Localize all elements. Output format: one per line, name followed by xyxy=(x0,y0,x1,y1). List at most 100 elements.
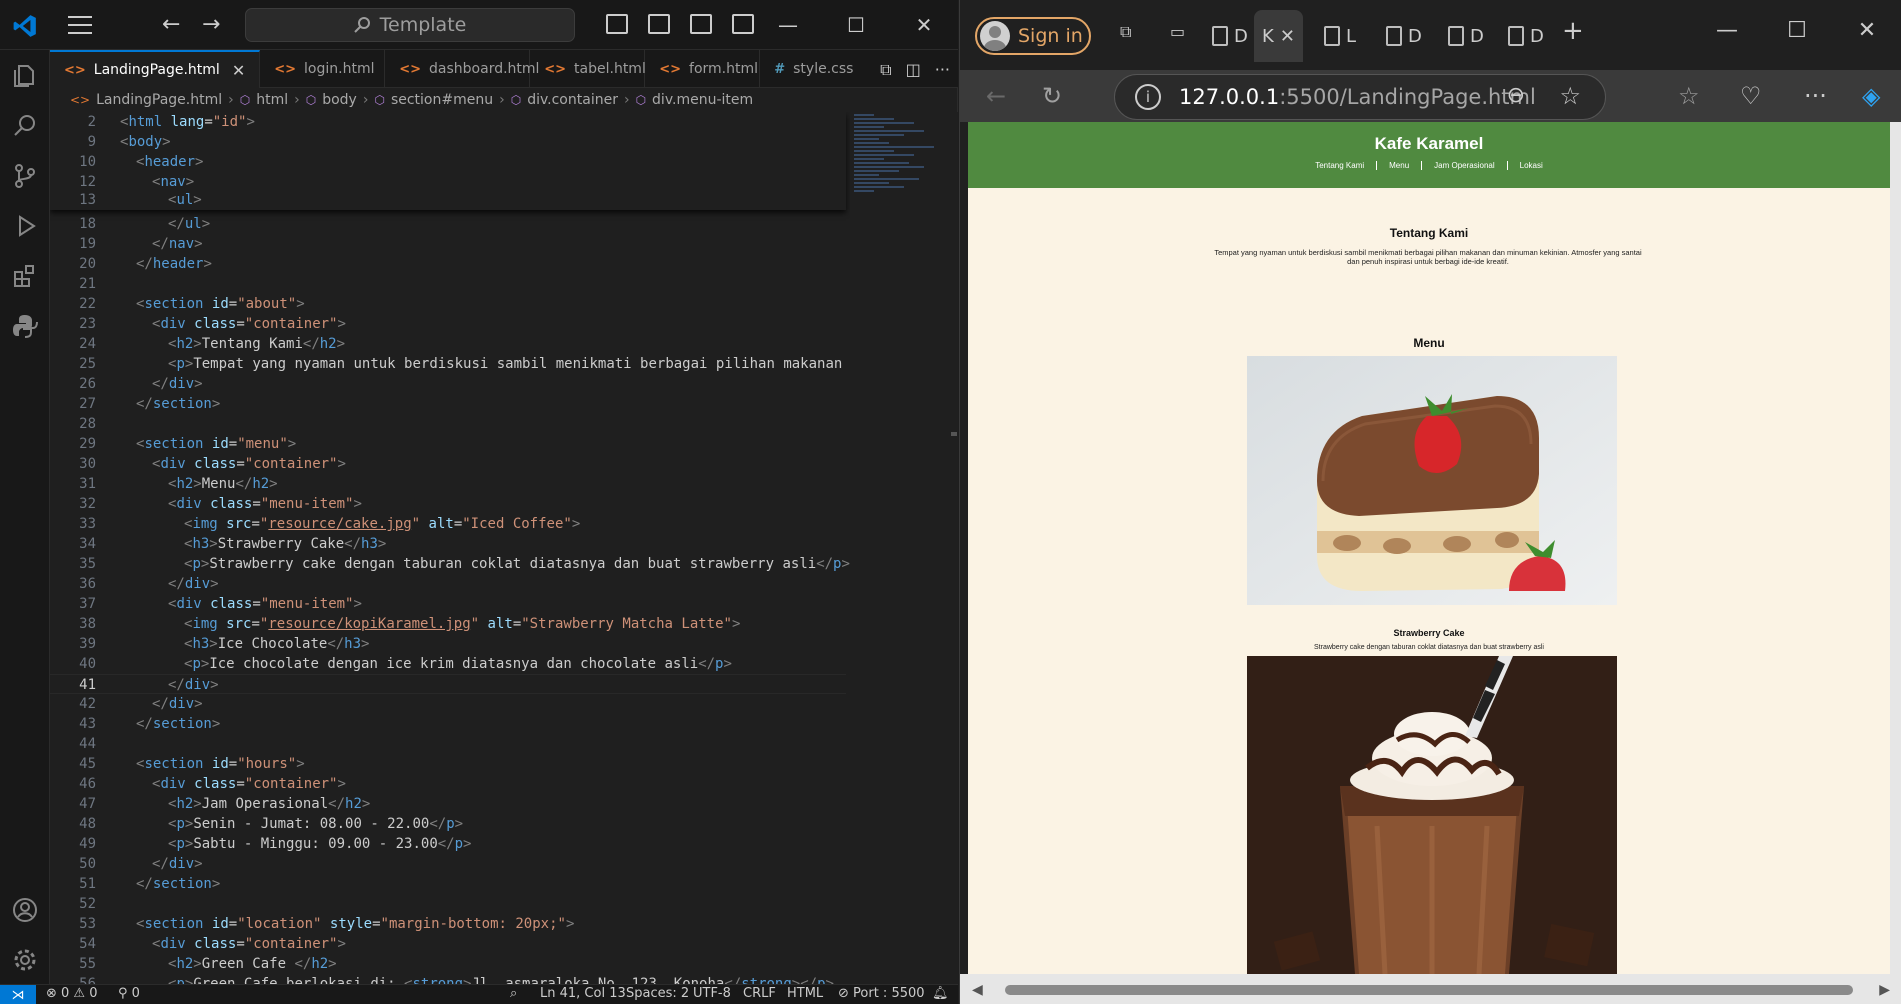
copilot-icon[interactable]: ◈ xyxy=(1862,82,1880,110)
tab-dashboard[interactable]: <> dashboard.html xyxy=(385,50,539,88)
maximize-icon[interactable]: ☐ xyxy=(822,0,890,50)
address-bar[interactable]: i 127.0.0.1:5500/LandingPage.html ⊖ ☆ xyxy=(1114,74,1606,120)
nav-link-about[interactable]: Tentang Kami xyxy=(1303,161,1378,170)
minimize-icon[interactable]: — xyxy=(754,0,822,50)
explorer-icon[interactable] xyxy=(11,62,39,90)
nav-link-location[interactable]: Lokasi xyxy=(1508,161,1555,170)
problems-status[interactable]: ⊗ 0 ⚠ 0 xyxy=(46,986,98,1001)
scroll-left-icon[interactable]: ◀ xyxy=(972,982,983,998)
site-info-icon[interactable]: i xyxy=(1135,84,1161,110)
tab-style-css[interactable]: # style.css xyxy=(760,50,860,88)
close-icon[interactable]: ✕ xyxy=(890,0,958,50)
source-control-icon[interactable] xyxy=(11,162,39,190)
tab-landingpage[interactable]: <> LandingPage.html ✕ xyxy=(50,50,261,88)
zoom-out-icon[interactable]: ⊖ xyxy=(1507,83,1525,108)
zoom-icon[interactable]: ⌕ xyxy=(510,986,517,1001)
favorites-icon[interactable]: ☆ xyxy=(1678,82,1700,110)
code-line: 23 <div class="container"> xyxy=(79,316,346,332)
tab-tabel[interactable]: <> tabel.html xyxy=(530,50,646,88)
workspaces-icon[interactable]: ⧉ xyxy=(1120,22,1142,46)
close-tab-icon[interactable]: ✕ xyxy=(232,61,245,80)
toggle-secondary-sidebar-icon[interactable] xyxy=(690,14,712,34)
command-center[interactable]: Template xyxy=(245,8,575,42)
breadcrumb-item[interactable]: div.menu-item xyxy=(652,92,753,108)
code-line: 22 <section id="about"> xyxy=(79,296,305,312)
customize-layout-icon[interactable] xyxy=(732,14,754,34)
vscode-window: ← → Template — ☐ ✕ <> LandingPage.html ✕… xyxy=(0,0,958,1004)
breadcrumb: <> LandingPage.html › ⬡ html › ⬡ body › ⬡ s… xyxy=(70,92,754,108)
code-line: 25 <p>Tempat yang nyaman untuk berdiskusi… xyxy=(79,356,850,372)
back-arrow-icon[interactable]: ← xyxy=(162,12,180,37)
scroll-thumb[interactable] xyxy=(1005,985,1853,995)
code-line: 28 xyxy=(79,416,96,432)
browser-tab-active[interactable]: K ✕ xyxy=(1254,10,1303,62)
open-preview-icon[interactable]: ⧉ xyxy=(880,60,891,80)
code-line: 51 </section> xyxy=(79,876,221,892)
split-editor-icon[interactable]: ◫ xyxy=(906,60,921,80)
code-line: 10 <header> xyxy=(79,154,204,170)
tab-login[interactable]: <> login.html xyxy=(260,50,386,88)
more-menu-icon[interactable]: ··· xyxy=(1804,82,1827,110)
more-actions-icon[interactable]: ··· xyxy=(935,60,950,80)
new-tab-icon[interactable]: + xyxy=(1562,16,1584,46)
remote-icon[interactable]: ⋊ xyxy=(0,985,36,1004)
page-icon xyxy=(1324,26,1340,46)
python-icon[interactable] xyxy=(11,312,39,340)
browser-tab[interactable]: D xyxy=(1386,10,1422,62)
close-tab-icon[interactable]: ✕ xyxy=(1280,26,1295,47)
browser-tab[interactable]: D xyxy=(1212,10,1248,62)
code-editor[interactable]: 2 <html lang="id"> 9 <body> 10 <header> 12 <… xyxy=(50,112,850,984)
breadcrumb-item[interactable]: LandingPage.html xyxy=(96,92,222,108)
ports-status[interactable]: ⚲ 0 xyxy=(118,986,140,1001)
toggle-panel-icon[interactable] xyxy=(648,14,670,34)
language-status[interactable]: HTML xyxy=(787,986,823,1001)
scroll-right-icon[interactable]: ▶ xyxy=(1879,982,1890,998)
sign-in-button[interactable]: Sign in xyxy=(975,17,1091,55)
editor-tabs: <> LandingPage.html ✕ <> login.html <> d… xyxy=(50,50,958,88)
indentation-status[interactable]: Spaces: 2 xyxy=(626,986,689,1001)
nav-link-hours[interactable]: Jam Operasional xyxy=(1422,161,1508,170)
extensions-icon[interactable] xyxy=(11,262,39,290)
editor-scrollbar[interactable] xyxy=(950,112,958,984)
live-server-status[interactable]: ⊘ Port : 5500 xyxy=(838,986,925,1001)
account-icon[interactable] xyxy=(11,896,39,924)
menu-icon[interactable] xyxy=(68,16,92,34)
page-vertical-scrollbar[interactable] xyxy=(1890,122,1901,974)
code-line: 53 <section id="location" style="margin-b… xyxy=(79,916,575,932)
nav-link-menu[interactable]: Menu xyxy=(1377,161,1423,170)
minimize-icon[interactable]: — xyxy=(1692,0,1762,60)
search-icon xyxy=(353,17,370,33)
code-line: 38 <img src="resource/kopiKaramel.jpg" al… xyxy=(79,616,741,632)
maximize-icon[interactable]: ☐ xyxy=(1762,0,1832,60)
search-icon[interactable] xyxy=(11,112,39,140)
favorite-star-icon[interactable]: ☆ xyxy=(1559,82,1581,110)
breadcrumb-item[interactable]: section#menu xyxy=(391,92,493,108)
run-debug-icon[interactable] xyxy=(11,212,39,240)
browser-tab[interactable]: D xyxy=(1448,10,1484,62)
status-bar: ⋊ ⊗ 0 ⚠ 0 ⚲ 0 ⌕ Ln 41, Col 13 Spaces: 2 … xyxy=(0,984,958,1004)
bell-icon[interactable]: 🔔︎ xyxy=(932,986,949,1001)
browser-tab[interactable]: L xyxy=(1324,10,1356,62)
page-horizontal-scrollbar[interactable]: ◀ ▶ xyxy=(960,974,1901,1004)
breadcrumb-item[interactable]: body xyxy=(322,92,357,108)
toggle-primary-sidebar-icon[interactable] xyxy=(606,14,628,34)
eol-status[interactable]: CRLF xyxy=(743,986,776,1001)
tab-form[interactable]: <> form.html xyxy=(645,50,761,88)
minimap[interactable] xyxy=(850,112,950,242)
browser-essentials-icon[interactable]: ♡ xyxy=(1740,82,1762,110)
code-line: 9 <body> xyxy=(87,134,171,150)
encoding-status[interactable]: UTF-8 xyxy=(693,986,731,1001)
close-icon[interactable]: ✕ xyxy=(1832,0,1901,60)
back-arrow-icon[interactable]: ← xyxy=(986,82,1006,110)
refresh-icon[interactable]: ↻ xyxy=(1042,82,1062,110)
html-file-icon: <> xyxy=(70,93,91,107)
tab-actions-icon[interactable]: ▭ xyxy=(1170,22,1192,46)
avatar xyxy=(980,21,1010,51)
breadcrumb-item[interactable]: html xyxy=(256,92,288,108)
gear-icon[interactable] xyxy=(11,946,39,974)
forward-arrow-icon[interactable]: → xyxy=(202,12,220,37)
cursor-position[interactable]: Ln 41, Col 13 xyxy=(540,986,626,1001)
browser-tab[interactable]: D xyxy=(1508,10,1544,62)
code-line: 52 xyxy=(79,896,96,912)
breadcrumb-item[interactable]: div.container xyxy=(527,92,618,108)
